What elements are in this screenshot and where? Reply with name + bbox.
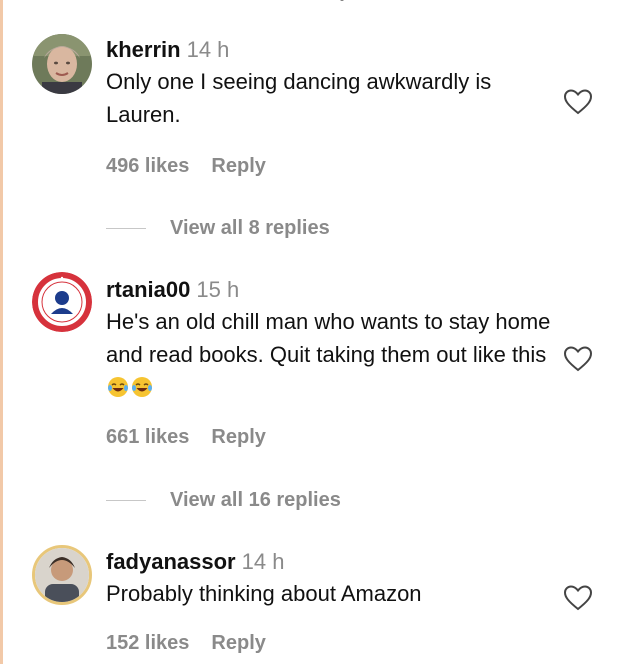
- comment-username[interactable]: rtania00: [106, 277, 190, 302]
- laugh-tears-icon: [132, 377, 152, 397]
- comment-text: Only one I seeing dancing awkwardly is L…: [106, 69, 492, 127]
- divider-line: [106, 227, 146, 229]
- comment-username[interactable]: fadyanassor: [106, 549, 236, 574]
- comment-text-body: He's an old chill man who wants to stay …: [106, 309, 551, 367]
- view-replies-label: View all 16 replies: [170, 488, 341, 511]
- avatar[interactable]: [32, 272, 92, 332]
- comment-username[interactable]: kherrin: [106, 37, 181, 62]
- view-replies-label: View all 8 replies: [170, 216, 330, 239]
- comment-text: Probably thinking about Amazon: [106, 581, 422, 606]
- view-replies-button[interactable]: View all 8 replies: [106, 215, 330, 241]
- heart-outline-icon[interactable]: [563, 88, 593, 116]
- reply-button[interactable]: Reply: [211, 155, 265, 177]
- laugh-tears-icon: [108, 377, 128, 397]
- reply-button[interactable]: Reply: [211, 632, 265, 654]
- avatar-badge-icon: [32, 272, 92, 332]
- like-count[interactable]: 152 likes: [106, 632, 189, 654]
- divider-line: [106, 499, 146, 501]
- like-count[interactable]: 496 likes: [106, 155, 189, 177]
- top-dot: [340, 0, 344, 1]
- comment-time: 15 h: [196, 277, 240, 302]
- avatar[interactable]: [32, 545, 92, 605]
- comment-text: He's an old chill man who wants to stay …: [106, 305, 556, 404]
- avatar[interactable]: [32, 34, 92, 94]
- reply-button[interactable]: Reply: [211, 426, 265, 448]
- avatar-photo-icon: [35, 548, 89, 602]
- comment-time: 14 h: [241, 549, 285, 574]
- laughing-emoji: [106, 375, 154, 400]
- like-count[interactable]: 661 likes: [106, 426, 189, 448]
- comment-time: 14 h: [186, 37, 230, 62]
- heart-outline-icon[interactable]: [563, 345, 593, 373]
- left-edge-strip: [0, 0, 3, 664]
- heart-outline-icon[interactable]: [563, 584, 593, 612]
- view-replies-button[interactable]: View all 16 replies: [106, 487, 341, 513]
- avatar-photo-icon: [32, 34, 92, 94]
